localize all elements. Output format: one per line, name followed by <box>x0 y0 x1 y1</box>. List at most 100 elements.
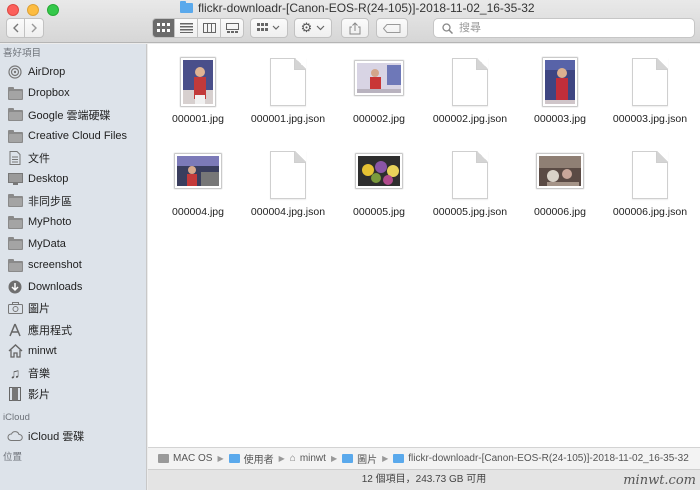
path-item-mac-os[interactable]: MAC OS <box>158 453 212 464</box>
sidebar-item-google-drive[interactable]: Google 雲端硬碟 <box>0 104 146 126</box>
chevron-right-icon <box>31 23 37 33</box>
sidebar-item-label: AirDrop <box>28 65 66 78</box>
file-item-000006-json[interactable]: 000006.jpg.json <box>604 143 696 218</box>
file-item-000003-jpg[interactable]: 000003.jpg <box>514 50 606 125</box>
sidebar-item-desktop[interactable]: Desktop <box>0 169 146 191</box>
path-item-label: MAC OS <box>173 453 213 464</box>
sidebar-item-music[interactable]: ♫ 音樂 <box>0 362 146 384</box>
photo-thumbnail-icon <box>175 154 221 188</box>
file-name: 000004.jpg <box>172 206 224 218</box>
path-item-label: 使用者 <box>243 455 274 466</box>
sidebar-item-movies[interactable]: 影片 <box>0 384 146 406</box>
file-item-000001-json[interactable]: 000001.jpg.json <box>242 50 334 125</box>
photo-thumbnail-icon <box>356 154 402 188</box>
file-item-000006-jpg[interactable]: 000006.jpg <box>514 143 606 218</box>
document-icon <box>632 151 668 199</box>
back-button[interactable] <box>6 18 25 38</box>
sidebar-item-label: Creative Cloud Files <box>28 130 128 143</box>
sidebar-item-airdrop[interactable]: AirDrop <box>0 61 146 83</box>
file-grid: 000001.jpg 000001.jpg.json 000002.jpg 00… <box>148 44 700 447</box>
path-item-home[interactable]: ⌂ minwt <box>290 453 326 464</box>
file-name: 000001.jpg <box>172 113 224 125</box>
sidebar-item-label: Dropbox <box>28 87 70 100</box>
sidebar-item-screenshot[interactable]: screenshot <box>0 255 146 277</box>
status-text: 12 個項目，243.73 GB 可用 <box>361 474 487 485</box>
folder-icon <box>228 454 240 463</box>
path-item-current-folder[interactable]: flickr-downloadr-[Canon-EOS-R(24-105)]-2… <box>393 453 689 464</box>
sidebar-item-applications[interactable]: 應用程式 <box>0 319 146 341</box>
folder-icon <box>393 454 405 463</box>
forward-button[interactable] <box>24 18 44 38</box>
sidebar-item-label: Google 雲端硬碟 <box>28 109 111 122</box>
gear-icon: ⚙ <box>300 20 313 35</box>
sidebar-item-documents[interactable]: 文件 <box>0 147 146 169</box>
sidebar-item-async[interactable]: 非同步區 <box>0 190 146 212</box>
list-view-button[interactable] <box>175 18 198 38</box>
file-name: 000006.jpg <box>534 206 586 218</box>
folder-icon <box>7 215 23 229</box>
sidebar-item-label: 音樂 <box>28 367 50 380</box>
zoom-window-button[interactable] <box>47 4 59 16</box>
file-name: 000001.jpg.json <box>250 113 326 125</box>
file-item-000004-json[interactable]: 000004.jpg.json <box>242 143 334 218</box>
gallery-icon <box>225 23 239 33</box>
sidebar-item-label: MyData <box>28 237 66 250</box>
file-item-000003-json[interactable]: 000003.jpg.json <box>604 50 696 125</box>
file-item-000002-jpg[interactable]: 000002.jpg <box>333 50 425 125</box>
sidebar-item-icloud-drive[interactable]: iCloud 雲碟 <box>0 425 146 447</box>
share-icon <box>349 21 361 34</box>
search-field[interactable] <box>433 18 695 38</box>
home-icon: ⌂ <box>289 453 296 464</box>
tags-button[interactable] <box>376 18 408 38</box>
list-icon <box>179 23 193 33</box>
file-item-000005-jpg[interactable]: 000005.jpg <box>333 143 425 218</box>
sidebar-item-pictures[interactable]: 圖片 <box>0 298 146 320</box>
sidebar-item-mydata[interactable]: MyData <box>0 233 146 255</box>
camera-icon <box>7 301 23 315</box>
gallery-view-button[interactable] <box>221 18 244 38</box>
desktop-icon <box>7 172 23 186</box>
airdrop-icon <box>7 65 23 79</box>
photo-thumbnail-icon <box>537 154 583 188</box>
share-button[interactable] <box>341 18 369 38</box>
sidebar-item-label: minwt <box>28 345 57 358</box>
file-name: 000005.jpg.json <box>432 206 508 218</box>
document-icon <box>632 58 668 106</box>
file-item-000002-json[interactable]: 000002.jpg.json <box>424 50 516 125</box>
arrange-button[interactable] <box>250 18 288 38</box>
sidebar-item-myphoto[interactable]: MyPhoto <box>0 212 146 234</box>
sidebar-item-home[interactable]: minwt <box>0 341 146 363</box>
path-item-pictures[interactable]: 圖片 <box>342 451 377 466</box>
file-item-000005-json[interactable]: 000005.jpg.json <box>424 143 516 218</box>
sidebar-item-label: 圖片 <box>28 303 50 316</box>
watermark: minwt.com <box>623 473 696 488</box>
folder-icon <box>7 258 23 272</box>
view-mode-control <box>152 18 244 38</box>
sidebar-section-icloud: iCloud <box>3 412 30 423</box>
sidebar-item-label: 非同步區 <box>28 195 72 208</box>
close-window-button[interactable] <box>7 4 19 16</box>
sidebar-item-label: iCloud 雲碟 <box>28 430 85 443</box>
sidebar-item-creative-cloud[interactable]: Creative Cloud Files <box>0 126 146 148</box>
cloud-icon <box>7 429 23 443</box>
path-item-users[interactable]: 使用者 <box>228 451 274 466</box>
column-view-button[interactable] <box>198 18 221 38</box>
file-item-000004-jpg[interactable]: 000004.jpg <box>152 143 244 218</box>
applications-icon <box>7 323 23 337</box>
search-input[interactable] <box>459 22 679 34</box>
folder-icon <box>7 108 23 122</box>
icon-grid-icon <box>157 23 170 32</box>
sidebar-item-downloads[interactable]: Downloads <box>0 276 146 298</box>
tag-icon <box>383 23 401 33</box>
home-icon <box>7 344 23 358</box>
file-item-000001-jpg[interactable]: 000001.jpg <box>152 50 244 125</box>
photo-thumbnail-icon <box>543 58 577 106</box>
search-icon <box>442 22 453 34</box>
icon-view-button[interactable] <box>152 18 175 38</box>
sidebar-item-label: 文件 <box>28 152 50 165</box>
minimize-window-button[interactable] <box>27 4 39 16</box>
download-icon <box>7 280 23 294</box>
window-toolbar: flickr-downloadr-[Canon-EOS-R(24-105)]-2… <box>0 0 700 43</box>
action-menu-button[interactable]: ⚙ <box>294 18 332 38</box>
sidebar-item-dropbox[interactable]: Dropbox <box>0 83 146 105</box>
